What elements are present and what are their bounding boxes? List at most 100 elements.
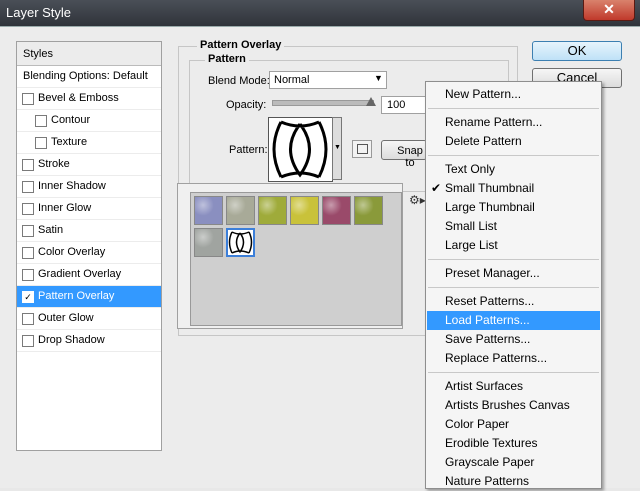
menu-separator — [428, 259, 599, 260]
styles-list: Styles Blending Options: Default Bevel & … — [16, 41, 162, 451]
style-checkbox[interactable] — [22, 269, 34, 281]
menu-item[interactable]: New Pattern... — [427, 85, 600, 104]
style-checkbox[interactable] — [22, 93, 34, 105]
new-preset-icon — [357, 144, 368, 154]
style-item-label: Satin — [38, 224, 64, 236]
style-item[interactable]: Drop Shadow — [17, 330, 161, 352]
ok-button[interactable]: OK — [532, 41, 622, 61]
menu-item[interactable]: Color Paper — [427, 415, 600, 434]
style-item[interactable]: ✓ Pattern Overlay — [17, 286, 161, 308]
menu-separator — [428, 155, 599, 156]
window-title: Layer Style — [6, 5, 72, 20]
menu-item[interactable]: Save Patterns... — [427, 330, 600, 349]
style-item[interactable]: Satin — [17, 220, 161, 242]
style-item[interactable]: Color Overlay — [17, 242, 161, 264]
pattern-tile[interactable] — [290, 196, 319, 225]
menu-item[interactable]: Grayscale Paper — [427, 453, 600, 472]
pattern-dropdown-button[interactable]: ▼ — [332, 117, 342, 180]
menu-item[interactable]: Small List — [427, 217, 600, 236]
chevron-down-icon: ▼ — [374, 73, 383, 83]
style-checkbox[interactable] — [22, 159, 34, 171]
menu-item-label: Small List — [445, 219, 498, 233]
style-checkbox[interactable] — [35, 137, 47, 149]
style-checkbox[interactable] — [22, 335, 34, 347]
style-item[interactable]: Contour — [17, 110, 161, 132]
style-checkbox[interactable] — [22, 313, 34, 325]
opacity-field[interactable]: 100 — [381, 96, 427, 114]
chevron-down-icon: ▼ — [334, 144, 341, 151]
new-preset-button[interactable] — [352, 140, 372, 158]
style-item-label: Inner Shadow — [38, 180, 106, 192]
blend-mode-select[interactable]: Normal ▼ — [269, 71, 387, 89]
style-item-label: Pattern Overlay — [38, 290, 115, 302]
style-item[interactable]: Inner Shadow — [17, 176, 161, 198]
pattern-tile[interactable] — [194, 196, 223, 225]
style-checkbox[interactable] — [22, 247, 34, 259]
styles-header[interactable]: Styles — [17, 42, 161, 66]
menu-item[interactable]: Large List — [427, 236, 600, 255]
menu-item-label: New Pattern... — [445, 87, 522, 101]
snap-to-origin-button[interactable]: Snap to — [381, 140, 427, 169]
style-item[interactable]: Blending Options: Default — [17, 66, 161, 88]
opacity-slider-fill — [273, 101, 373, 105]
section-title: Pattern Overlay — [197, 39, 285, 51]
blend-mode-label: Blend Mode: — [208, 75, 270, 87]
style-checkbox[interactable]: ✓ — [22, 291, 34, 303]
menu-item[interactable]: Nature Patterns — [427, 472, 600, 491]
pattern-tile[interactable] — [354, 196, 383, 225]
style-checkbox[interactable] — [22, 203, 34, 215]
gear-icon[interactable]: ⚙▸ — [409, 193, 426, 207]
pattern-tile[interactable] — [226, 196, 255, 225]
pattern-swatch[interactable] — [268, 117, 333, 182]
menu-item[interactable]: Erodible Textures — [427, 434, 600, 453]
check-icon: ✔ — [431, 181, 442, 195]
menu-item[interactable]: ✔ Small Thumbnail — [427, 179, 600, 198]
menu-item[interactable]: Large Thumbnail — [427, 198, 600, 217]
menu-item-label: Grayscale Paper — [445, 455, 535, 469]
menu-item-label: Text Only — [445, 162, 496, 176]
menu-item[interactable]: Artists Brushes Canvas — [427, 396, 600, 415]
opacity-slider[interactable] — [272, 100, 374, 106]
style-item-label: Stroke — [38, 158, 70, 170]
style-checkbox[interactable] — [35, 115, 47, 127]
style-item[interactable]: Bevel & Emboss — [17, 88, 161, 110]
menu-separator — [428, 372, 599, 373]
style-item-label: Bevel & Emboss — [38, 92, 119, 104]
menu-item[interactable]: Reset Patterns... — [427, 292, 600, 311]
menu-separator — [428, 287, 599, 288]
title-bar — [0, 0, 640, 26]
pattern-label: Pattern: — [229, 144, 268, 156]
close-button[interactable]: ✕ — [583, 0, 635, 21]
style-item[interactable]: Texture — [17, 132, 161, 154]
menu-item[interactable]: Artist Surfaces — [427, 377, 600, 396]
style-checkbox[interactable] — [22, 225, 34, 237]
style-item[interactable]: Stroke — [17, 154, 161, 176]
menu-item[interactable]: Replace Patterns... — [427, 349, 600, 368]
pattern-tile[interactable] — [322, 196, 351, 225]
menu-item[interactable]: Text Only — [427, 160, 600, 179]
menu-item-label: Large Thumbnail — [445, 200, 535, 214]
menu-item-label: Color Paper — [445, 417, 510, 431]
opacity-label: Opacity: — [226, 99, 267, 111]
style-item[interactable]: Gradient Overlay — [17, 264, 161, 286]
pattern-tile[interactable] — [226, 228, 255, 257]
pattern-picker-grid — [190, 192, 402, 326]
style-item-label: Gradient Overlay — [38, 268, 122, 280]
style-item[interactable]: Outer Glow — [17, 308, 161, 330]
pattern-thumbnail-icon — [228, 231, 253, 254]
menu-item[interactable]: Rename Pattern... — [427, 113, 600, 132]
pattern-tile[interactable] — [194, 228, 223, 257]
style-item-label: Contour — [51, 114, 91, 126]
menu-item-label: Artists Brushes Canvas — [445, 398, 570, 412]
menu-item[interactable]: Load Patterns... — [427, 311, 600, 330]
menu-item[interactable]: Preset Manager... — [427, 264, 600, 283]
style-item-label: Texture — [51, 136, 88, 148]
opacity-slider-thumb[interactable] — [366, 97, 376, 106]
menu-item-label: Replace Patterns... — [445, 351, 548, 365]
pattern-tile[interactable] — [258, 196, 287, 225]
menu-item[interactable]: Delete Pattern — [427, 132, 600, 151]
style-item[interactable]: Inner Glow — [17, 198, 161, 220]
blend-mode-value: Normal — [274, 74, 310, 86]
style-item-label: Outer Glow — [38, 312, 94, 324]
style-checkbox[interactable] — [22, 181, 34, 193]
